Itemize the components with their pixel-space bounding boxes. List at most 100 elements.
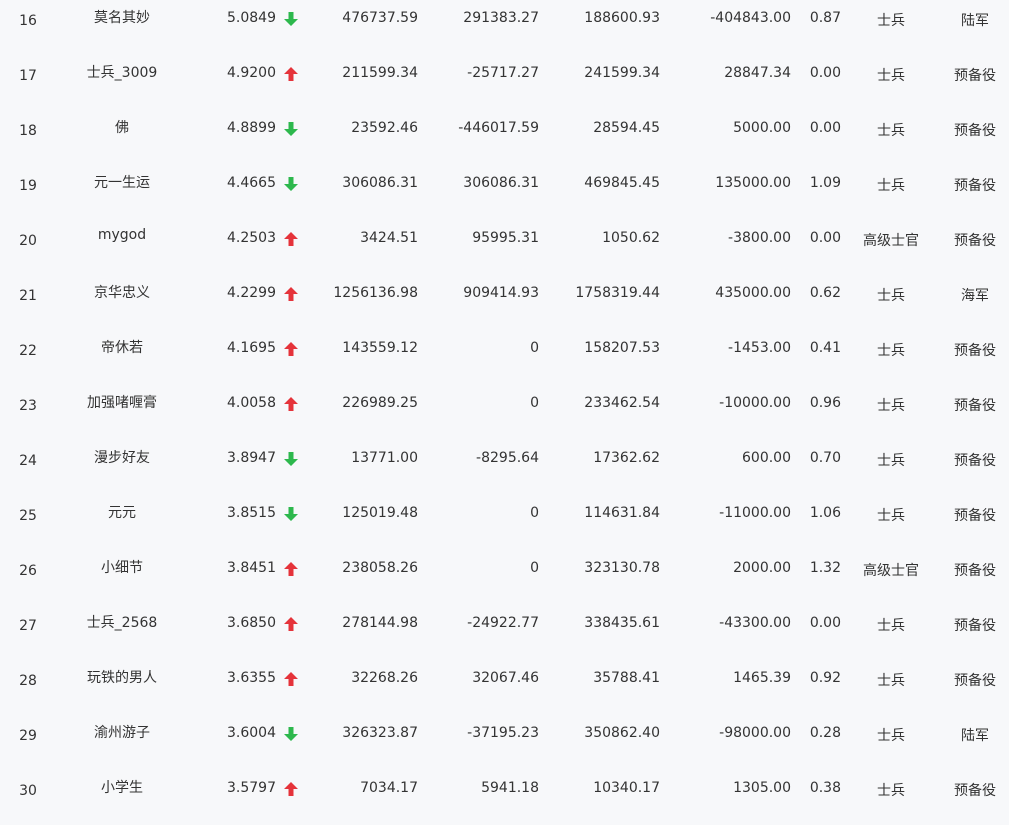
rank-cell: 21 [19,288,37,304]
value-col-2: -37195.23 [467,725,539,741]
value-col-3: 350862.40 [584,725,660,741]
score-value: 3.8947 [227,450,276,466]
player-name: 士兵_3009 [86,65,158,81]
table-row[interactable]: 25 元元 3.8515 125019.48 0 114631.84 -11000.00 1.… [0,495,1009,550]
branch-label: 预备役 [954,453,996,469]
arrow-up-icon [284,617,298,631]
value-col-1: 143559.12 [342,340,418,356]
arrow-down-icon [284,177,298,191]
table-row[interactable]: 19 元一生运 4.4665 306086.31 306086.31 469845.45 1… [0,165,1009,220]
ratio-value: 0.92 [809,670,841,686]
player-name: 加强啫喱膏 [87,395,157,411]
value-col-1: 13771.00 [351,450,418,466]
value-col-2: 0 [530,340,539,356]
branch-label: 预备役 [954,563,996,579]
value-col-1: 1256136.98 [333,285,418,301]
table-row[interactable]: 16 莫名其妙 5.0849 476737.59 291383.27 188600.93 -… [0,0,1009,55]
player-name: 元一生运 [94,175,150,191]
arrow-down-icon [284,727,298,741]
branch-label: 预备役 [954,123,996,139]
value-col-3: 1050.62 [602,230,660,246]
rank-cell: 26 [19,563,37,579]
branch-label: 预备役 [954,783,996,799]
value-col-3: 469845.45 [584,175,660,191]
ratio-value: 0.00 [809,615,841,631]
value-col-1: 7034.17 [360,780,418,796]
table-row[interactable]: 17 士兵_3009 4.9200 211599.34 -25717.27 241599.… [0,55,1009,110]
table-row[interactable]: 27 士兵_2568 3.6850 278144.98 -24922.77 338435.… [0,605,1009,660]
score-value: 4.0058 [227,395,276,411]
branch-label: 陆军 [961,728,989,744]
value-col-2: -446017.59 [458,120,539,136]
value-col-3: 1758319.44 [575,285,660,301]
player-name: 渝州游子 [94,725,150,741]
rank-cell: 17 [19,68,37,84]
ratio-value: 1.06 [809,505,841,521]
value-col-2: 909414.93 [463,285,539,301]
value-col-1: 32268.26 [351,670,418,686]
score-value: 4.8899 [227,120,276,136]
rank-title: 士兵 [877,673,905,689]
value-col-2: 0 [530,560,539,576]
rank-title: 士兵 [877,508,905,524]
score-value: 3.6355 [227,670,276,686]
table-row[interactable]: 29 渝州游子 3.6004 326323.87 -37195.23 350862.40 -… [0,715,1009,770]
score-value: 3.8451 [227,560,276,576]
branch-label: 预备役 [954,178,996,194]
ratio-value: 0.00 [809,120,841,136]
value-col-3: 233462.54 [584,395,660,411]
value-col-3: 35788.41 [593,670,660,686]
value-col-4: 28847.34 [724,65,791,81]
value-col-2: 291383.27 [463,10,539,26]
value-col-4: -10000.00 [719,395,791,411]
score-value: 3.5797 [227,780,276,796]
value-col-3: 323130.78 [584,560,660,576]
value-col-3: 188600.93 [584,10,660,26]
table-row[interactable]: 23 加强啫喱膏 4.0058 226989.25 0 233462.54 -10000.0… [0,385,1009,440]
arrow-down-icon [284,122,298,136]
value-col-1: 476737.59 [342,10,418,26]
table-row[interactable]: 26 小细节 3.8451 238058.26 0 323130.78 2000.00 1.3… [0,550,1009,605]
ratio-value: 0.00 [809,230,841,246]
value-col-1: 211599.34 [342,65,418,81]
value-col-1: 3424.51 [360,230,418,246]
table-row[interactable]: 21 京华忠义 4.2299 1256136.98 909414.93 1758319.4… [0,275,1009,330]
value-col-1: 326323.87 [342,725,418,741]
table-row[interactable]: 28 玩铁的男人 3.6355 32268.26 32067.46 35788.41 146… [0,660,1009,715]
player-name: 帝休若 [101,340,143,356]
arrow-up-icon [284,782,298,796]
branch-label: 陆军 [961,13,989,29]
value-col-4: -3800.00 [728,230,791,246]
ratio-value: 0.96 [809,395,841,411]
score-value: 4.2503 [227,230,276,246]
value-col-2: 0 [530,395,539,411]
value-col-3: 114631.84 [584,505,660,521]
value-col-2: 0 [530,505,539,521]
rank-cell: 28 [19,673,37,689]
value-col-4: 1305.00 [733,780,791,796]
arrow-up-icon [284,342,298,356]
branch-label: 预备役 [954,508,996,524]
player-name: 莫名其妙 [94,10,150,26]
value-col-4: -404843.00 [710,10,791,26]
value-col-4: 600.00 [742,450,791,466]
rank-cell: 29 [19,728,37,744]
table-row[interactable]: 22 帝休若 4.1695 143559.12 0 158207.53 -1453.00 0.… [0,330,1009,385]
rank-title: 士兵 [877,13,905,29]
ranking-table: 16 莫名其妙 5.0849 476737.59 291383.27 188600.93 -… [0,0,1009,812]
value-col-2: 306086.31 [463,175,539,191]
rank-cell: 22 [19,343,37,359]
table-row[interactable]: 20 mygod 4.2503 3424.51 95995.31 1050.62 -3800… [0,220,1009,275]
rank-title: 高级士官 [863,563,919,579]
value-col-2: 95995.31 [472,230,539,246]
player-name: 京华忠义 [94,285,150,301]
player-name: 玩铁的男人 [87,670,157,686]
value-col-4: 1465.39 [733,670,791,686]
value-col-1: 238058.26 [342,560,418,576]
table-row[interactable]: 30 小学生 3.5797 7034.17 5941.18 10340.17 1305.00… [0,770,1009,825]
rank-cell: 19 [19,178,37,194]
table-row[interactable]: 18 佛 4.8899 23592.46 -446017.59 28594.45 5000.… [0,110,1009,165]
arrow-down-icon [284,507,298,521]
value-col-3: 338435.61 [584,615,660,631]
table-row[interactable]: 24 漫步好友 3.8947 13771.00 -8295.64 17362.62 600.… [0,440,1009,495]
